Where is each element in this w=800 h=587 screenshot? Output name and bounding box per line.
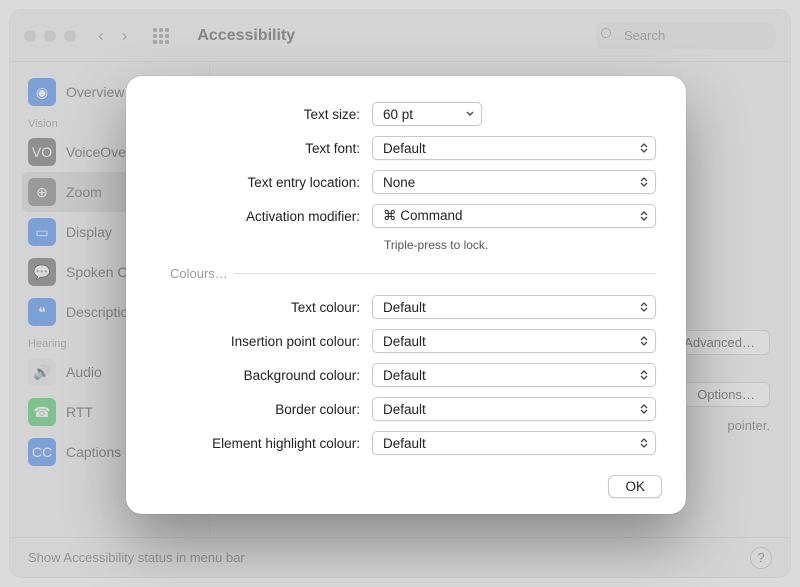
- back-icon[interactable]: ‹: [98, 26, 104, 46]
- zoom-icon: ⊕: [28, 178, 56, 206]
- search-input[interactable]: [596, 23, 776, 49]
- descriptions-icon: ❝: [28, 298, 56, 326]
- activation-modifier-popup[interactable]: ⌘ Command: [372, 204, 656, 228]
- traffic-lights[interactable]: [24, 30, 76, 42]
- audio-icon: 🔊: [28, 358, 56, 386]
- sidebar-item-label: Display: [66, 224, 112, 240]
- captions-icon: CC: [28, 438, 56, 466]
- row-text-font: Text font: Default: [156, 136, 656, 160]
- activation-modifier-value: ⌘ Command: [383, 208, 463, 224]
- text-font-popup[interactable]: Default: [372, 136, 656, 160]
- options-button[interactable]: Options…: [682, 382, 770, 407]
- label-entry-location: Text entry location:: [156, 175, 372, 190]
- updown-icon: [637, 139, 651, 157]
- row-insertion-colour: Insertion point colour: Default: [156, 329, 656, 353]
- text-colour-popup[interactable]: Default: [372, 295, 656, 319]
- insertion-colour-popup[interactable]: Default: [372, 329, 656, 353]
- highlight-colour-popup[interactable]: Default: [372, 431, 656, 455]
- search-wrap: [596, 23, 776, 49]
- accessibility-icon: ◉: [28, 78, 56, 106]
- updown-icon: [637, 207, 651, 225]
- divider-line: [234, 273, 656, 274]
- row-activation-modifier: Activation modifier: ⌘ Command: [156, 204, 656, 228]
- updown-icon: [637, 434, 651, 452]
- insertion-colour-value: Default: [383, 334, 426, 349]
- updown-icon: [637, 173, 651, 191]
- help-button[interactable]: ?: [750, 547, 772, 569]
- window-footer: Show Accessibility status in menu bar ?: [10, 537, 790, 577]
- sidebar-item-label: RTT: [66, 404, 93, 420]
- sidebar-item-label: Audio: [66, 364, 102, 380]
- highlight-colour-value: Default: [383, 436, 426, 451]
- minimize-icon[interactable]: [44, 30, 56, 42]
- display-icon: ▭: [28, 218, 56, 246]
- rtt-icon: ☎: [28, 398, 56, 426]
- label-activation-modifier: Activation modifier:: [156, 209, 372, 224]
- sidebar-item-label: VoiceOver: [66, 144, 131, 160]
- updown-icon: [637, 400, 651, 418]
- border-colour-popup[interactable]: Default: [372, 397, 656, 421]
- background-colour-popup[interactable]: Default: [372, 363, 656, 387]
- entry-location-popup[interactable]: None: [372, 170, 656, 194]
- page-title: Accessibility: [197, 27, 295, 45]
- activation-hint: Triple-press to lock.: [384, 238, 656, 252]
- label-text-colour: Text colour:: [156, 300, 372, 315]
- row-highlight-colour: Element highlight colour: Default: [156, 431, 656, 455]
- entry-location-value: None: [383, 175, 415, 190]
- colours-section-label: Colours…: [156, 266, 234, 281]
- ok-button[interactable]: OK: [608, 475, 662, 498]
- label-text-font: Text font:: [156, 141, 372, 156]
- chevron-down-icon: [463, 105, 477, 123]
- border-colour-value: Default: [383, 402, 426, 417]
- text-size-popup[interactable]: 60 pt: [372, 102, 482, 126]
- forward-icon[interactable]: ›: [122, 26, 128, 46]
- text-colour-value: Default: [383, 300, 426, 315]
- text-size-value: 60 pt: [383, 107, 413, 122]
- row-text-size: Text size: 60 pt: [156, 102, 656, 126]
- updown-icon: [637, 366, 651, 384]
- label-background-colour: Background colour:: [156, 368, 372, 383]
- background-colour-value: Default: [383, 368, 426, 383]
- row-text-colour: Text colour: Default: [156, 295, 656, 319]
- sidebar-item-label: Zoom: [66, 184, 102, 200]
- label-border-colour: Border colour:: [156, 402, 372, 417]
- pointer-text: pointer.: [727, 418, 770, 433]
- row-background-colour: Background colour: Default: [156, 363, 656, 387]
- sidebar-item-label: Overview: [66, 84, 124, 100]
- row-entry-location: Text entry location: None: [156, 170, 656, 194]
- titlebar: ‹ › Accessibility: [10, 10, 790, 62]
- text-font-value: Default: [383, 141, 426, 156]
- voiceover-icon: VO: [28, 138, 56, 166]
- updown-icon: [637, 332, 651, 350]
- label-highlight-colour: Element highlight colour:: [156, 436, 372, 451]
- label-insertion-colour: Insertion point colour:: [156, 334, 372, 349]
- spoken-icon: 💬: [28, 258, 56, 286]
- row-border-colour: Border colour: Default: [156, 397, 656, 421]
- colours-divider: Colours…: [156, 266, 656, 281]
- label-text-size: Text size:: [156, 107, 372, 122]
- menubar-status-label: Show Accessibility status in menu bar: [28, 550, 245, 565]
- sidebar-item-label: Captions: [66, 444, 121, 460]
- hover-text-sheet: Text size: 60 pt Text font: Default Text…: [126, 76, 686, 514]
- zoom-window-icon[interactable]: [64, 30, 76, 42]
- close-icon[interactable]: [24, 30, 36, 42]
- updown-icon: [637, 298, 651, 316]
- show-all-icon[interactable]: [153, 28, 169, 44]
